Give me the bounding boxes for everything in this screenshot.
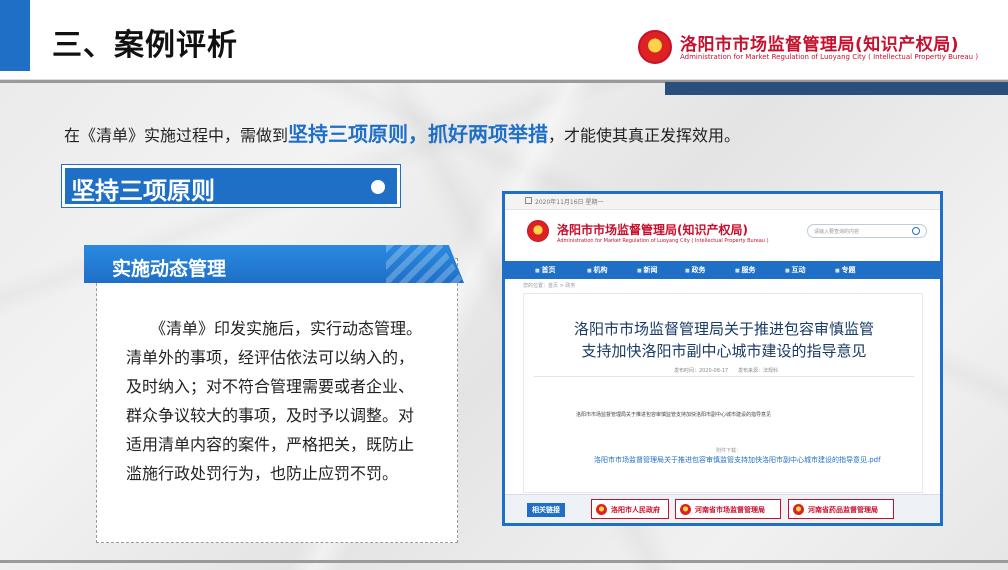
search-placeholder: 请输入要查询的内容	[814, 229, 860, 235]
attachment-link[interactable]: 洛阳市市场监督管理局关于推进包容审慎监管支持加快洛阳市副中心城市建设的指导意见.…	[594, 455, 881, 465]
link-henan-market-regulation[interactable]: 河南省市场监督管理局	[675, 499, 781, 519]
card-line: 《清单》印发实施后，实行动态管理。	[126, 319, 423, 338]
slide-title: 三、案例评析	[52, 28, 238, 63]
emblem-icon	[680, 504, 691, 515]
intro-highlight-principles: 坚持三项原则	[288, 122, 409, 146]
article-divider	[534, 376, 914, 377]
card-line: 滥施行政处罚行为，也防止应罚不罚。	[126, 464, 399, 483]
site-date: 2020年11月16日 星期一	[535, 199, 604, 206]
emblem-icon	[793, 504, 804, 515]
article-title-line: 支持加快洛阳市副中心城市建设的指导意见	[581, 342, 867, 360]
article-title-line: 洛阳市市场监督管理局关于推进包容审慎监管	[573, 320, 874, 338]
nav-item-home[interactable]: 首页	[535, 265, 555, 275]
site-footer: 相关链接 洛阳市人民政府 河南省市场监督管理局 河南省药品监督管理局	[505, 494, 940, 523]
bureau-logo: 洛阳市市场监督管理局(知识产权局) Administration for Mar…	[638, 30, 998, 66]
article-meta: 发布时间：2020-08-17 发布来源：法规科	[674, 368, 779, 374]
intro-highlight-measures: 抓好两项举措	[428, 122, 549, 146]
nav-item-services[interactable]: 服务	[735, 265, 755, 275]
site-emblem-icon	[527, 220, 549, 242]
site-top-bar: 2020年11月16日 星期一	[505, 194, 940, 210]
card-line: 及时纳入；对不符合管理需要或者企业、	[126, 377, 415, 396]
card-line: 群众争议较大的事项，及时予以调整。对	[126, 406, 415, 425]
site-search-input[interactable]: 请输入要查询的内容	[807, 224, 927, 238]
calendar-icon	[525, 197, 532, 204]
related-links-label: 相关链接	[527, 503, 565, 517]
footer-divider	[0, 560, 1008, 563]
card-line: 清单外的事项，经评估依法可以纳入的，	[126, 348, 415, 367]
card-line: 适用清单内容的案件，严格把关，既防止	[126, 435, 415, 454]
principle-label: 坚持三项原则	[71, 177, 215, 205]
intro-separator: ，	[408, 122, 429, 146]
bullet-dot-icon	[371, 180, 385, 194]
emblem-icon	[596, 504, 607, 515]
national-emblem-icon	[638, 30, 672, 64]
card-title: 实施动态管理	[112, 258, 227, 280]
attachment-label: 附件下载：	[716, 448, 742, 454]
principle-banner: 坚持三项原则	[62, 165, 400, 207]
site-nav-bar: 首页 机构 新闻 政务 服务 互动 专题	[505, 261, 940, 279]
header-blue-bar	[665, 82, 1008, 95]
header-accent-bar	[0, 0, 30, 71]
link-luoyang-government[interactable]: 洛阳市人民政府	[591, 499, 669, 519]
site-logo-english: Administration for Market Regulation of …	[557, 238, 769, 244]
intro-sentence: 在《清单》实施过程中，需做到坚持三项原则，抓好两项举措，才能使其真正发挥效用。	[64, 118, 740, 147]
breadcrumb: 您的位置：首页 > 政务	[523, 283, 576, 289]
logo-english-name: Administration for Market Regulation of …	[680, 53, 979, 61]
intro-after: ，才能使其真正发挥效用。	[548, 126, 741, 145]
slide-header: 三、案例评析 洛阳市市场监督管理局(知识产权局) Administration …	[0, 0, 1008, 80]
link-label: 河南省市场监督管理局	[695, 506, 765, 514]
link-henan-drug-administration[interactable]: 河南省药品监督管理局	[788, 499, 894, 519]
card-body-text: 《清单》印发实施后，实行动态管理。 清单外的事项，经评估依法可以纳入的， 及时纳…	[126, 314, 448, 488]
nav-item-agency[interactable]: 机构	[587, 265, 607, 275]
nav-item-affairs[interactable]: 政务	[685, 265, 705, 275]
link-label: 河南省药品监督管理局	[808, 506, 878, 514]
nav-item-news[interactable]: 新闻	[637, 265, 657, 275]
article-paragraph: 洛阳市市场监督管理局关于推进包容审慎监管支持加快洛阳市副中心城市建设的指导意见	[576, 412, 772, 418]
link-label: 洛阳市人民政府	[611, 506, 660, 514]
nav-item-interaction[interactable]: 互动	[785, 265, 805, 275]
nav-item-topics[interactable]: 专题	[835, 265, 855, 275]
search-icon[interactable]	[912, 227, 920, 235]
site-logo-chinese: 洛阳市市场监督管理局(知识产权局)	[557, 223, 748, 237]
logo-chinese-name: 洛阳市市场监督管理局(知识产权局)	[680, 35, 960, 55]
intro-before: 在《清单》实施过程中，需做到	[64, 126, 289, 145]
article-title: 洛阳市市场监督管理局关于推进包容审慎监管 支持加快洛阳市副中心城市建设的指导意见	[524, 318, 924, 362]
website-screenshot: 2020年11月16日 星期一 洛阳市市场监督管理局(知识产权局) Admini…	[502, 191, 943, 526]
article-panel: 洛阳市市场监督管理局关于推进包容审慎监管 支持加快洛阳市副中心城市建设的指导意见…	[523, 293, 923, 493]
